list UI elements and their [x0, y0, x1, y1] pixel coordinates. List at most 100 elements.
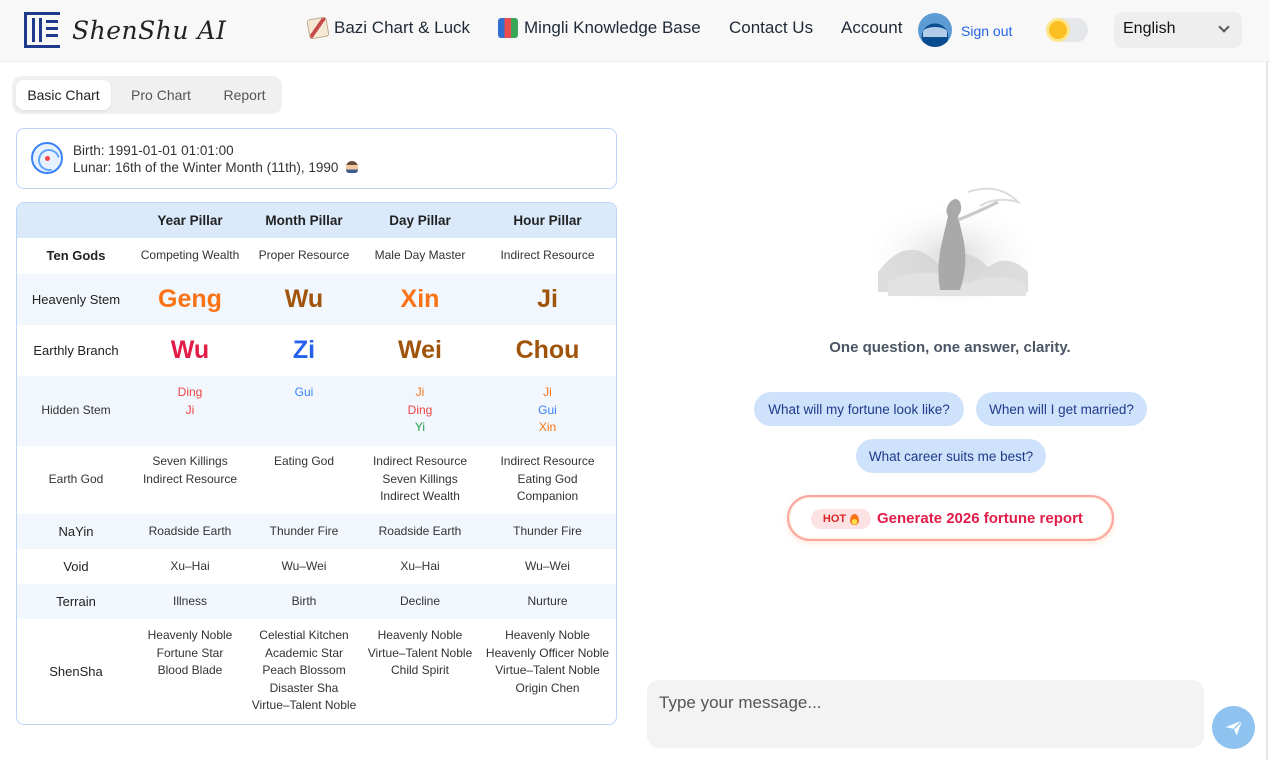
scrollbar-track[interactable]	[1266, 62, 1268, 760]
table-cell: Seven Killings Indirect Resource	[133, 446, 247, 514]
hidden-stem-item: Xin	[538, 420, 557, 434]
row-label: Hidden Stem	[41, 403, 111, 418]
earth-god-item: Seven Killings	[382, 471, 458, 486]
header-month-pillar: Month Pillar	[265, 212, 343, 228]
brand-name: ShenShu AI	[72, 15, 227, 45]
hidden-stem-item: Ding	[177, 385, 203, 399]
table-cell: Ding Ji	[133, 376, 247, 446]
table-cell: Thunder Fire	[269, 523, 339, 538]
table-row-void: Void Xu–Hai Wu–Wei Xu–Hai Wu–Wei	[17, 549, 616, 584]
nav-bazi-chart[interactable]: Bazi Chart & Luck	[306, 16, 471, 40]
header-cell	[17, 203, 135, 238]
hot-badge-label: HOT	[822, 513, 847, 525]
earth-god-item: Companion	[516, 489, 579, 503]
nav-mingli-knowledge[interactable]: Mingli Knowledge Base	[498, 18, 701, 38]
table-cell: Proper Resource	[258, 248, 350, 263]
person-icon	[346, 161, 359, 173]
branch-month: Zi	[292, 335, 316, 364]
hidden-stem-item: Yi	[414, 420, 426, 434]
row-label: Earthly Branch	[33, 342, 119, 358]
table-cell: Wu–Wei	[281, 558, 327, 573]
logo-mark-icon	[24, 12, 60, 48]
yin-yang-icon	[31, 142, 63, 174]
table-cell: Gui	[247, 376, 361, 446]
hidden-stem-item: Ji	[543, 385, 552, 399]
table-cell: Wu–Wei	[525, 558, 570, 573]
sign-out-link[interactable]: Sign out	[961, 23, 1012, 39]
shensha-item: Disaster Sha	[269, 680, 339, 695]
theme-toggle[interactable]	[1046, 18, 1088, 42]
table-row-nayin: NaYin Roadside Earth Thunder Fire Roadsi…	[17, 514, 616, 549]
header-year-pillar: Year Pillar	[157, 212, 223, 228]
table-row-heavenly-stem: Heavenly Stem Geng Wu Xin Ji	[17, 274, 616, 325]
row-label: Void	[63, 558, 89, 574]
table-row-earthly-branch: Earthly Branch Wu Zi Wei Chou	[17, 325, 616, 376]
chevron-down-icon	[1218, 21, 1230, 33]
earth-god-item: Indirect Resource	[142, 471, 238, 486]
table-cell: Indirect Resource Seven Killings Indirec…	[361, 446, 479, 514]
table-cell: Male Day Master	[374, 248, 466, 263]
shensha-item: Heavenly Noble	[377, 628, 463, 642]
shensha-item: Heavenly Noble	[147, 628, 233, 642]
table-cell: Competing Wealth	[140, 248, 240, 263]
hot-badge: HOT	[811, 509, 871, 529]
table-cell: Ji Ding Yi	[361, 376, 479, 446]
branch-year: Wu	[170, 335, 210, 364]
tab-basic-chart[interactable]: Basic Chart	[16, 80, 111, 110]
earth-god-item: Indirect Wealth	[380, 489, 460, 503]
tab-pro-chart[interactable]: Pro Chart	[122, 80, 200, 110]
sage-illustration	[870, 187, 1034, 304]
user-avatar[interactable]	[918, 13, 952, 47]
shensha-item: Virtue–Talent Noble	[367, 645, 473, 660]
table-row-shensha: ShenSha Heavenly Noble Fortune Star Bloo…	[17, 619, 616, 724]
table-cell: Illness	[172, 593, 207, 608]
earth-god-item: Eating God	[273, 454, 335, 468]
brand-logo[interactable]: ShenShu AI	[24, 12, 226, 48]
hidden-stem-item: Ji	[185, 402, 195, 417]
earth-god-item: Seven Killings	[152, 454, 228, 468]
shensha-item: Celestial Kitchen	[259, 628, 349, 642]
shensha-item: Virtue–Talent Noble	[251, 698, 357, 712]
table-row-terrain: Terrain Illness Birth Decline Nurture	[17, 584, 616, 619]
suggestion-chip[interactable]: What career suits me best?	[856, 439, 1046, 473]
shensha-item: Academic Star	[264, 645, 344, 660]
generate-report-label: Generate 2026 fortune report	[877, 510, 1083, 527]
shensha-item: Heavenly Officer Noble	[485, 645, 610, 660]
nav-contact-us[interactable]: Contact Us	[729, 18, 813, 38]
birth-info-card: Birth: 1991-01-01 01:01:00 Lunar: 16th o…	[16, 128, 617, 189]
shensha-item: Virtue–Talent Noble	[495, 663, 600, 677]
table-row-ten-gods: Ten Gods Competing Wealth Proper Resourc…	[17, 238, 616, 274]
chat-tagline: One question, one answer, clarity.	[829, 339, 1071, 356]
top-header: ShenShu AI Bazi Chart & Luck Mingli Know…	[0, 0, 1270, 62]
generate-report-button[interactable]: HOT Generate 2026 fortune report	[787, 495, 1114, 541]
shensha-item: Peach Blossom	[262, 663, 346, 677]
nav-bazi-label: Bazi Chart & Luck	[334, 18, 471, 37]
hidden-stem-item: Gui	[538, 402, 557, 417]
sun-icon	[1049, 21, 1067, 39]
send-button[interactable]	[1212, 706, 1255, 749]
header-day-pillar: Day Pillar	[389, 212, 451, 228]
tab-report[interactable]: Report	[212, 80, 277, 110]
table-cell: Xu–Hai	[400, 558, 440, 573]
row-label: Ten Gods	[46, 248, 106, 264]
table-cell: Birth	[291, 593, 317, 608]
lunar-date-line: Lunar: 16th of the Winter Month (11th), …	[73, 160, 359, 175]
row-label: ShenSha	[49, 663, 103, 679]
table-cell: Nurture	[527, 593, 568, 608]
table-cell: Heavenly Noble Fortune Star Blood Blade	[133, 619, 247, 724]
shensha-item: Fortune Star	[156, 645, 224, 660]
shensha-item: Blood Blade	[157, 663, 223, 677]
birth-date: Birth: 1991-01-01 01:01:00	[73, 143, 234, 158]
table-cell: Indirect Resource Eating God Companion	[479, 446, 616, 514]
shensha-item: Origin Chen	[515, 680, 580, 695]
message-input[interactable]: Type your message...	[647, 680, 1204, 748]
stem-year: Geng	[158, 284, 222, 313]
table-cell: Roadside Earth	[148, 523, 232, 538]
nav-mingli-label: Mingli Knowledge Base	[524, 18, 701, 37]
suggestion-chip[interactable]: When will I get married?	[976, 392, 1147, 426]
suggestion-chip[interactable]: What will my fortune look like?	[754, 392, 964, 426]
branch-day: Wei	[398, 335, 442, 364]
send-icon	[1225, 719, 1243, 735]
nav-account[interactable]: Account	[841, 18, 902, 38]
language-select[interactable]: English	[1114, 12, 1242, 48]
